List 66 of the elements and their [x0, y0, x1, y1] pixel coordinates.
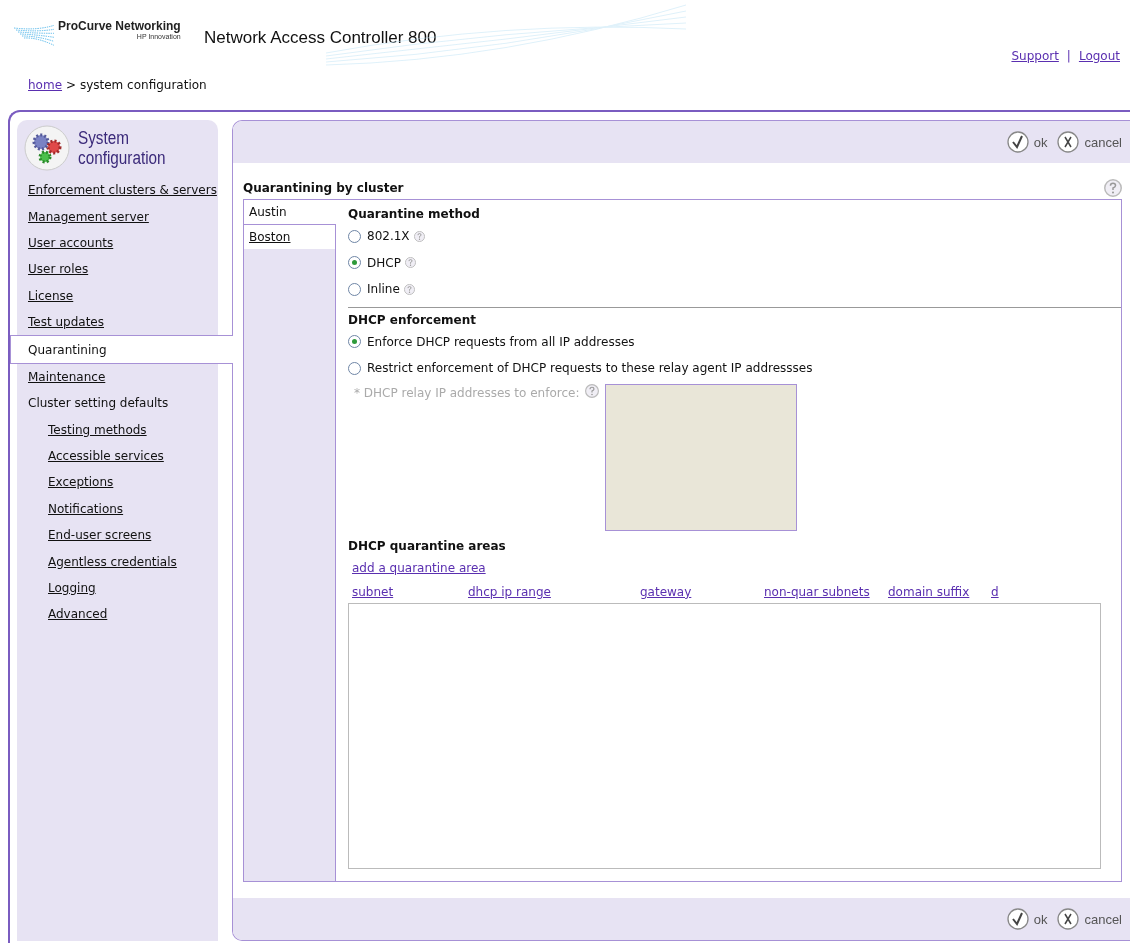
- help-icon[interactable]: [403, 283, 415, 295]
- cancel-button[interactable]: cancel: [1057, 908, 1122, 930]
- help-icon[interactable]: [585, 383, 600, 398]
- field-label: * DHCP relay IP addresses to enforce:: [354, 385, 580, 402]
- support-link[interactable]: Support: [1011, 49, 1059, 63]
- column-header[interactable]: dhcp ip range: [468, 584, 551, 599]
- nav-link[interactable]: Advanced: [17, 601, 218, 628]
- nav-link[interactable]: Enforcement clusters & servers: [17, 177, 218, 204]
- brand-name: ProCurve Networking: [58, 18, 181, 33]
- x-icon: [1057, 131, 1080, 153]
- ok-button[interactable]: ok: [1006, 908, 1048, 930]
- column-header[interactable]: non-quar subnets: [764, 584, 870, 599]
- gears-icon: [24, 125, 70, 171]
- radio-button[interactable]: [348, 282, 361, 296]
- nav-link[interactable]: Testing methods: [17, 416, 218, 443]
- nav-link[interactable]: User accounts: [17, 229, 218, 257]
- logout-link[interactable]: Logout: [1078, 49, 1120, 63]
- radio-option[interactable]: Enforce DHCP requests from all IP addresses: [348, 328, 1121, 355]
- radio-option[interactable]: Inline: [348, 276, 400, 303]
- nav-link[interactable]: Test updates: [17, 308, 218, 336]
- radio-button[interactable]: [348, 361, 361, 375]
- x-icon: [1057, 908, 1080, 930]
- help-icon[interactable]: [404, 257, 416, 269]
- check-icon: [1006, 908, 1029, 930]
- radio-label: Restrict enforcement of DHCP requests to these relay agent IP addressses: [367, 361, 813, 376]
- nav-link[interactable]: Notifications: [17, 495, 218, 523]
- section-title: Quarantining by cluster: [243, 181, 404, 195]
- nav-link[interactable]: Exceptions: [17, 469, 218, 496]
- section-heading: DHCP quarantine areas: [348, 538, 507, 553]
- radio-label: 802.1X: [367, 229, 410, 244]
- section-heading: DHCP enforcement: [348, 312, 478, 327]
- radio-option[interactable]: DHCP: [348, 249, 401, 276]
- ok-button[interactable]: ok: [1006, 131, 1048, 153]
- link-separator: |: [1066, 49, 1071, 63]
- nav-link[interactable]: User roles: [17, 256, 218, 283]
- check-icon: [1006, 131, 1029, 153]
- nav-link[interactable]: Agentless credentials: [17, 548, 218, 575]
- nav-link[interactable]: License: [17, 282, 218, 309]
- product-title: Network Access Controller 800: [204, 28, 437, 48]
- sidebar-title: System configuration: [78, 128, 166, 168]
- radio-label: Enforce DHCP requests from all IP addresses: [367, 334, 635, 349]
- help-icon[interactable]: [413, 230, 425, 242]
- nav-link[interactable]: End-user screens: [17, 522, 218, 549]
- column-header[interactable]: gateway: [640, 584, 692, 599]
- add-area-link[interactable]: add a quarantine area: [352, 560, 486, 575]
- radio-button[interactable]: [348, 229, 361, 243]
- nav-group-label: Cluster setting defaults: [27, 395, 170, 413]
- column-header[interactable]: d: [991, 584, 999, 599]
- breadcrumb-text: > system configuration: [66, 78, 207, 94]
- help-icon[interactable]: [1104, 179, 1122, 197]
- cancel-button[interactable]: cancel: [1057, 131, 1122, 153]
- column-header[interactable]: subnet: [352, 584, 394, 599]
- home-link[interactable]: home: [28, 78, 63, 100]
- section-heading: Quarantine method: [348, 207, 481, 221]
- radio-button[interactable]: [348, 335, 361, 349]
- radio-option[interactable]: 802.1X: [348, 223, 410, 250]
- nav-link[interactable]: Accessible services: [17, 442, 218, 470]
- radio-button[interactable]: [348, 256, 361, 270]
- radio-label: DHCP: [367, 255, 401, 270]
- radio-label: Inline: [367, 282, 400, 297]
- column-header[interactable]: domain suffix: [888, 584, 970, 599]
- nav-link[interactable]: Maintenance: [17, 363, 218, 391]
- nav-link[interactable]: Management server: [17, 203, 218, 230]
- nav-link[interactable]: Quarantining: [10, 335, 233, 364]
- radio-option[interactable]: Restrict enforcement of DHCP requests to these relay agent IP addressses: [348, 355, 1121, 382]
- nav-link[interactable]: Logging: [17, 574, 218, 602]
